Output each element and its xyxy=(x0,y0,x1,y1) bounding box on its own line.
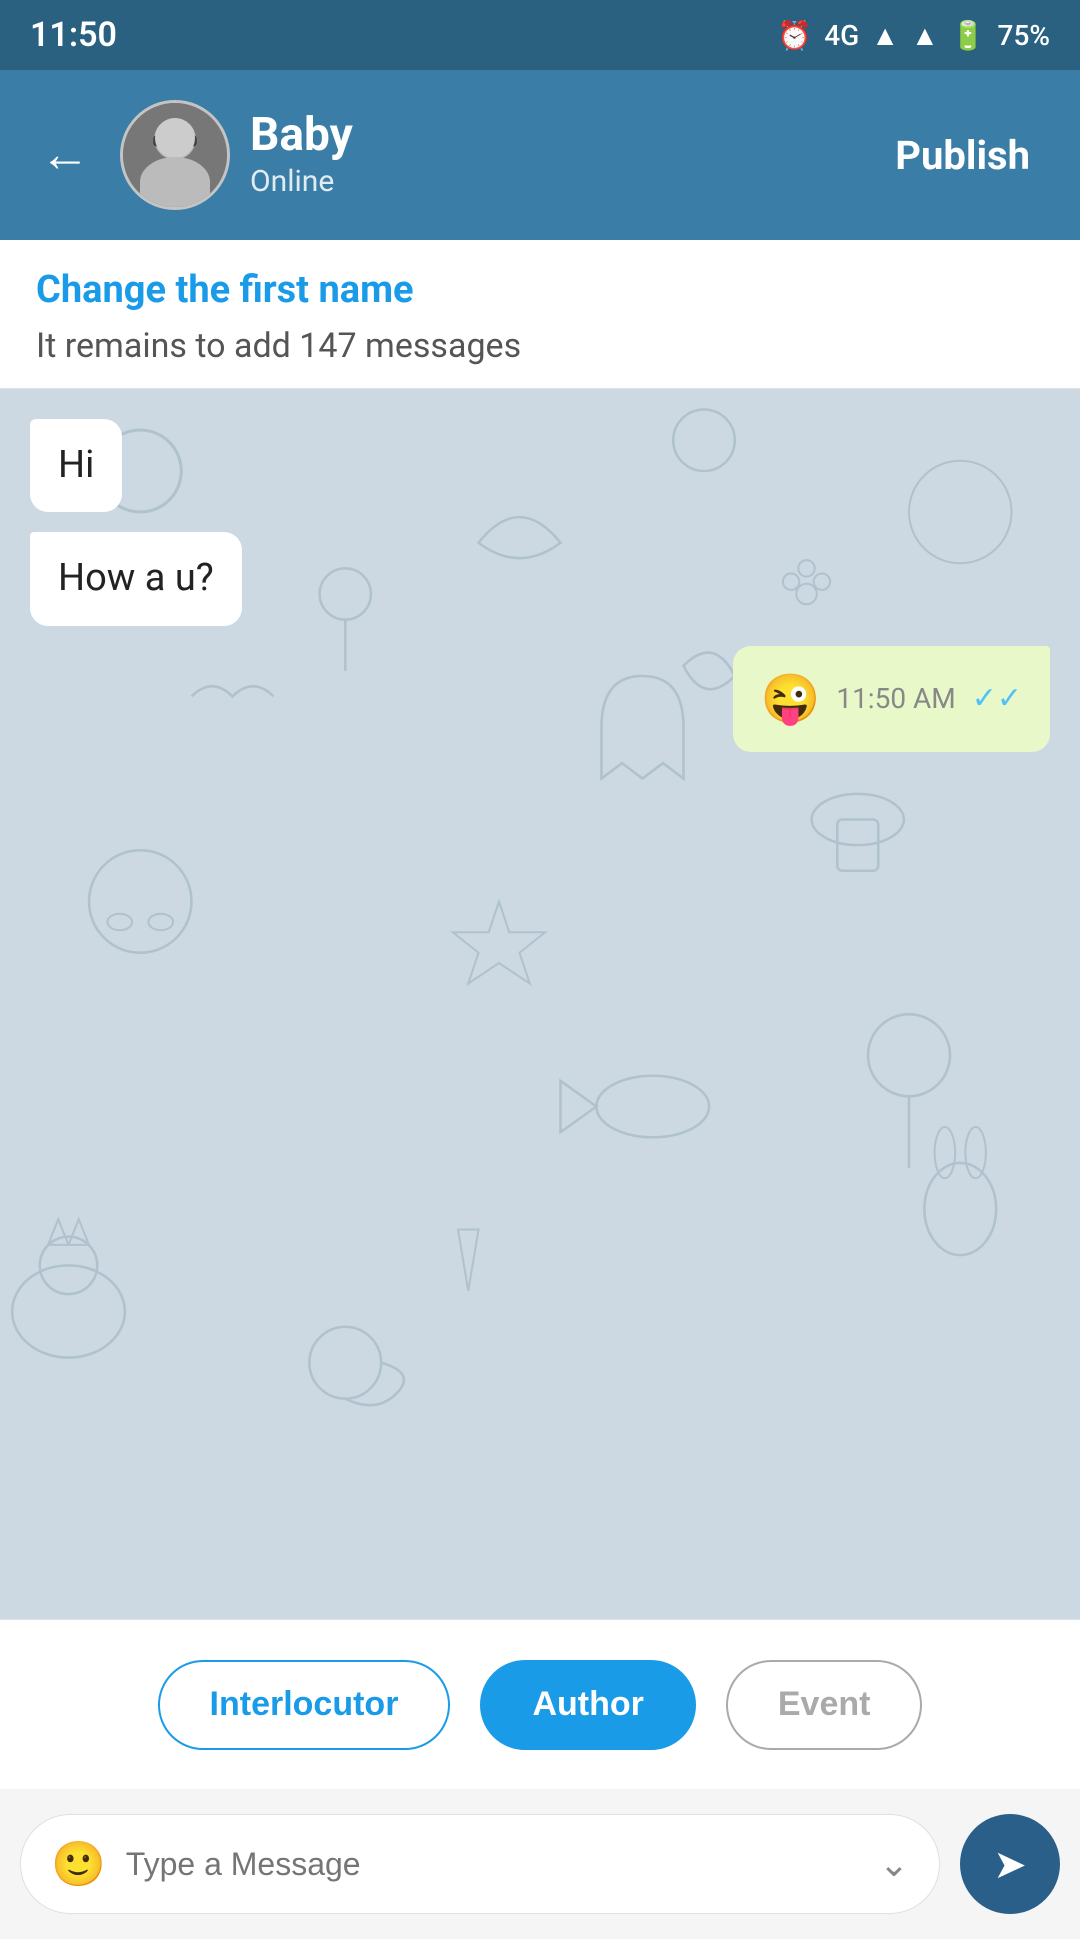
status-icons: ⏰ 4G ▲ ▲ 🔋 75% xyxy=(777,19,1050,52)
message-text-2: How a u? xyxy=(58,556,214,600)
emoji-button[interactable]: 🙂 xyxy=(51,1838,106,1890)
avatar-image xyxy=(123,103,227,207)
author-button[interactable]: Author xyxy=(480,1660,695,1750)
contact-info: Baby Online xyxy=(250,112,855,199)
info-bar: Change the first name It remains to add … xyxy=(0,240,1080,389)
send-button[interactable]: ➤ xyxy=(960,1814,1060,1914)
status-bar: 11:50 ⏰ 4G ▲ ▲ 🔋 75% xyxy=(0,0,1080,70)
message-ticks: ✓✓ xyxy=(972,679,1022,718)
back-icon: ← xyxy=(40,126,90,184)
message-outgoing-1: 😜 11:50 AM ✓✓ xyxy=(733,646,1050,752)
back-button[interactable]: ← xyxy=(30,120,100,190)
network-type: 4G xyxy=(824,19,859,52)
send-icon: ➤ xyxy=(993,1841,1027,1888)
status-time: 11:50 xyxy=(30,15,117,55)
alarm-icon: ⏰ xyxy=(777,19,812,52)
chat-area: Hi How a u? 😜 11:50 AM ✓✓ xyxy=(0,389,1080,1619)
dropdown-icon[interactable]: ⌄ xyxy=(879,1843,909,1885)
avatar xyxy=(120,100,230,210)
message-time: 11:50 AM xyxy=(836,681,955,717)
message-incoming-1: Hi xyxy=(30,419,122,512)
messages-container: Hi How a u? 😜 11:50 AM ✓✓ xyxy=(0,389,1080,1619)
event-button[interactable]: Event xyxy=(726,1660,923,1750)
message-emoji: 😜 xyxy=(761,668,821,730)
message-input-area: 🙂 ⌄ ➤ xyxy=(0,1789,1080,1939)
publish-button[interactable]: Publish xyxy=(875,122,1050,189)
info-title: Change the first name xyxy=(36,268,1044,312)
role-selector: Interlocutor Author Event xyxy=(0,1619,1080,1789)
input-container: 🙂 ⌄ xyxy=(20,1814,940,1914)
contact-name: Baby xyxy=(250,112,855,158)
battery-icon: 🔋 xyxy=(951,19,986,52)
toolbar: ← Baby Online Publish xyxy=(0,70,1080,240)
message-incoming-2: How a u? xyxy=(30,532,242,625)
message-text-1: Hi xyxy=(58,443,94,487)
message-input[interactable] xyxy=(126,1846,859,1883)
info-subtitle: It remains to add 147 messages xyxy=(36,326,1044,366)
signal-icon-2: ▲ xyxy=(911,19,939,52)
battery-percent: 75% xyxy=(998,19,1050,52)
signal-icon: ▲ xyxy=(871,19,899,52)
contact-status: Online xyxy=(250,164,855,199)
interlocutor-button[interactable]: Interlocutor xyxy=(158,1660,451,1750)
